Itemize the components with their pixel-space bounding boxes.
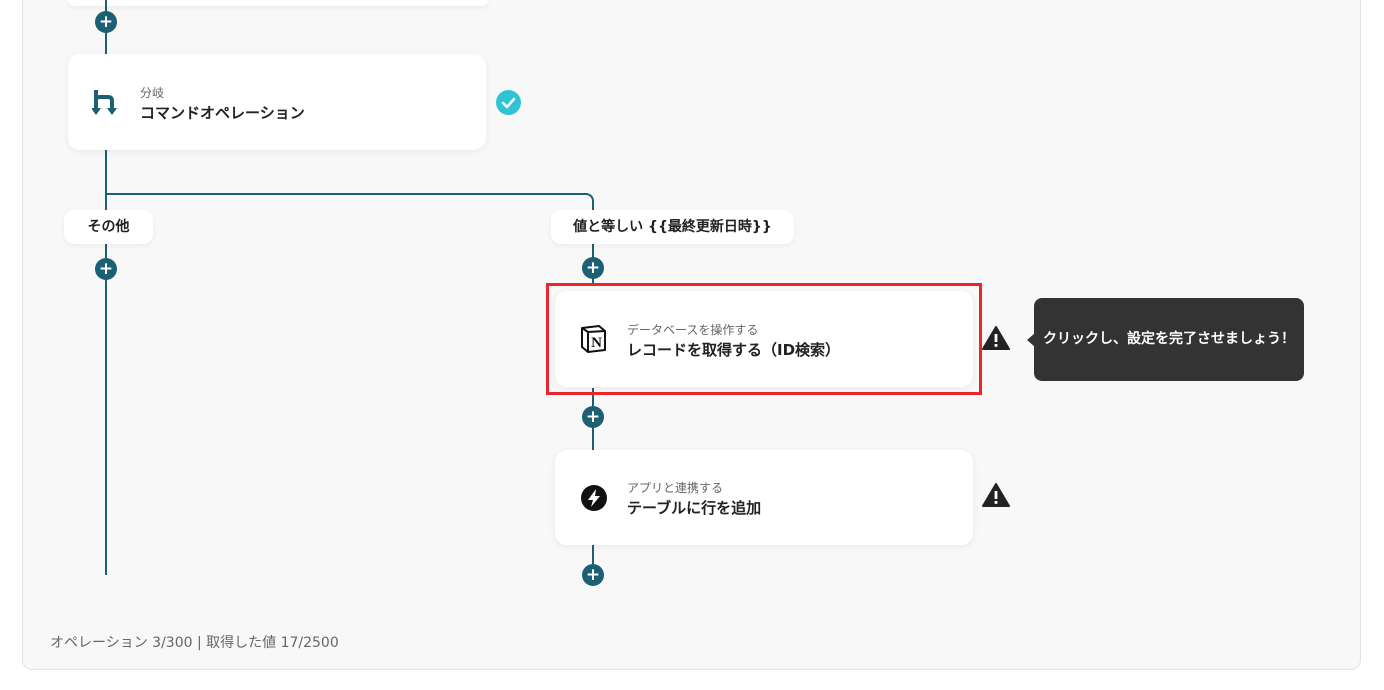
step-subtitle: 分岐 [140,86,165,100]
add-step-button[interactable]: + [582,257,604,279]
branch-label-other[interactable]: その他 [64,210,153,244]
connector-line [592,200,594,210]
add-step-button[interactable]: + [95,258,117,280]
add-step-button[interactable]: + [582,564,604,586]
svg-text:N: N [591,335,602,351]
step-subtitle: アプリと連携する [627,481,724,495]
branch-icon [91,88,120,122]
step-title: コマンドオペレーション [140,104,305,122]
notion-step-card[interactable]: N データベースを操作する レコードを取得する（ID検索） [555,291,973,387]
setup-tooltip: クリックし、設定を完了させましょう！ [1034,298,1304,381]
app-link-icon [580,484,608,516]
branch-step-card[interactable]: 分岐 コマンドオペレーション [68,54,486,150]
check-icon [496,90,521,115]
step-subtitle: データベースを操作する [627,323,759,337]
warning-icon [982,325,1010,351]
previous-step-card-edge[interactable] [68,0,488,6]
add-step-button[interactable]: + [582,406,604,428]
step-title: レコードを取得する（ID検索） [627,341,841,359]
notion-icon: N [579,324,607,358]
step-title: テーブルに行を追加 [627,499,762,517]
add-step-button[interactable]: + [95,11,117,33]
connector-line [105,193,586,195]
usage-status-text: オペレーション 3/300 | 取得した値 17/2500 [50,635,339,651]
branch-label-condition[interactable]: 値と等しい {{最終更新日時}} [551,210,794,244]
warning-icon [982,482,1010,508]
app-step-card[interactable]: アプリと連携する テーブルに行を追加 [555,450,973,545]
